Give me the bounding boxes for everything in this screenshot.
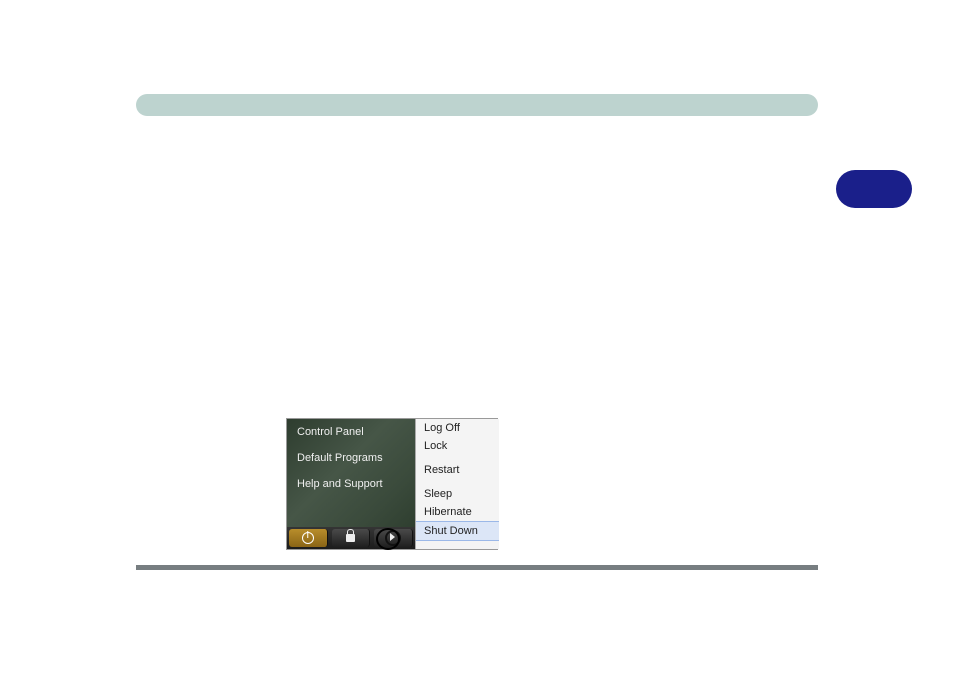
power-menu-item: Hibernate	[416, 503, 499, 521]
header-pill-bar	[136, 94, 818, 116]
section-divider	[136, 565, 818, 570]
start-menu-item: Control Panel	[287, 419, 415, 445]
power-menu-item: Lock	[416, 437, 499, 455]
start-menu-screenshot: Control Panel Default Programs Help and …	[286, 418, 498, 550]
options-arrow-button	[374, 529, 413, 547]
start-menu-left-panel: Control Panel Default Programs Help and …	[287, 419, 415, 549]
power-icon	[302, 532, 314, 544]
start-menu-item: Default Programs	[287, 445, 415, 471]
power-menu-item-highlighted: Shut Down	[416, 521, 499, 541]
side-badge-pill	[836, 170, 912, 208]
power-button	[289, 529, 328, 547]
start-menu-power-bar	[287, 527, 415, 549]
power-menu-item: Restart	[416, 461, 499, 479]
lock-button	[332, 529, 371, 547]
arrow-right-icon	[385, 530, 401, 546]
power-options-menu: Log Off Lock Restart Sleep Hibernate Shu…	[415, 419, 499, 549]
start-menu-item: Help and Support	[287, 471, 415, 497]
document-page: Control Panel Default Programs Help and …	[0, 0, 954, 673]
lock-icon	[346, 534, 355, 542]
power-menu-item: Log Off	[416, 419, 499, 437]
power-menu-item: Sleep	[416, 485, 499, 503]
